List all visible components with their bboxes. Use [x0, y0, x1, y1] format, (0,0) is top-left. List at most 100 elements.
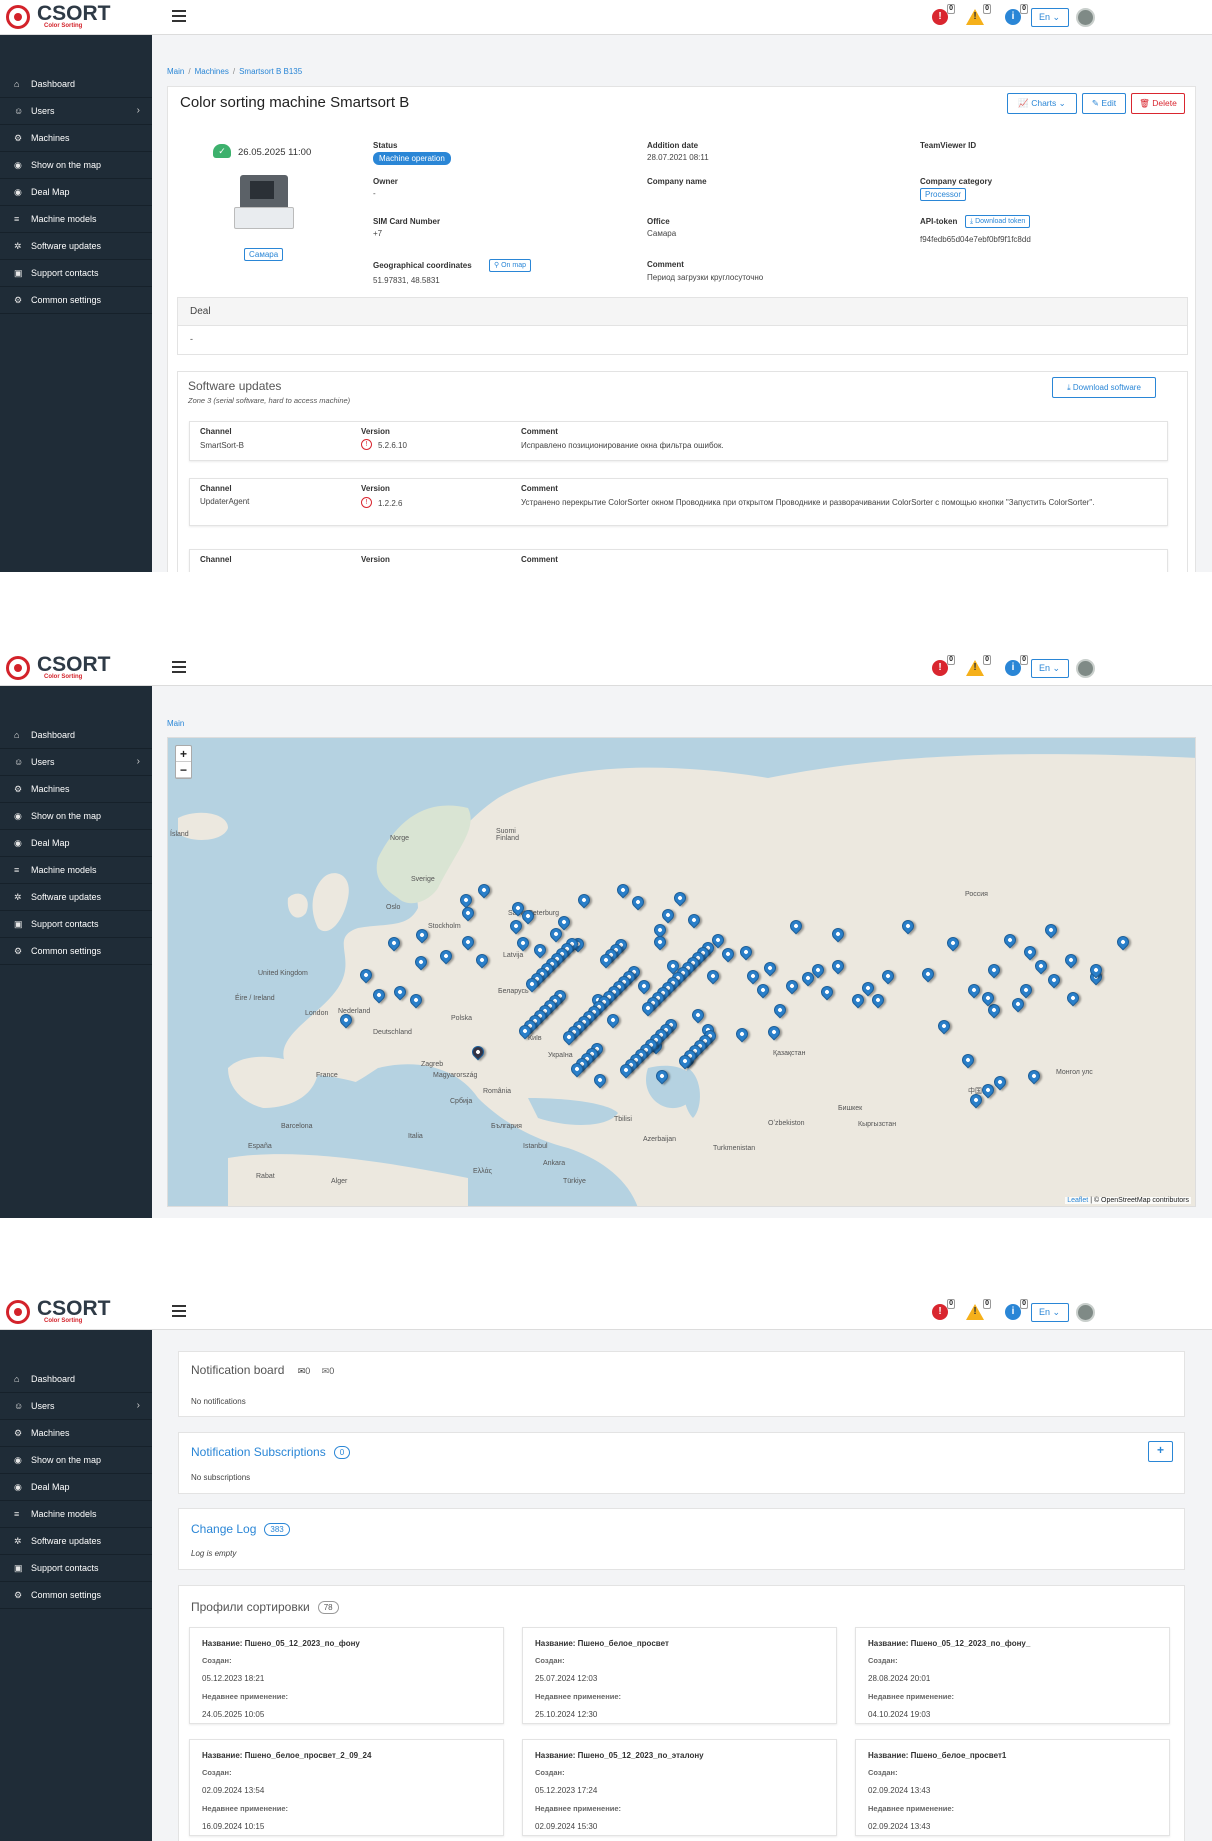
download-token-button[interactable]: ⤓ Download token [965, 215, 1031, 228]
sidebar-item-label: Software updates [31, 241, 102, 251]
warning-icon[interactable]: ! 0 [966, 1299, 991, 1320]
zoom-out-button[interactable]: − [176, 762, 191, 778]
created-label: Создан: [202, 1768, 232, 1777]
sidebar-item-users[interactable]: ☺ Users › [0, 1393, 152, 1420]
add-subscription-button[interactable]: + [1148, 1441, 1173, 1462]
warning-icon[interactable]: ! 0 [966, 655, 991, 676]
sidebar-item-users[interactable]: ☺ Users › [0, 98, 152, 125]
info-icon[interactable]: i0 [1005, 1299, 1028, 1320]
error-icon[interactable]: ! 0 [932, 4, 955, 25]
zoom-in-button[interactable]: + [176, 746, 191, 762]
changelog-panel: Change Log 383 Log is empty [178, 1508, 1185, 1570]
profile-card[interactable]: Название: Пшено_белое_просвет_2_09_24 Соз… [189, 1739, 504, 1836]
sidebar-item-machine-models[interactable]: ≡ Machine models [0, 206, 152, 233]
logo[interactable]: CSORT Color Sorting [6, 2, 146, 31]
online-date: 26.05.2025 11:00 [238, 147, 312, 158]
leaflet-link[interactable]: Leaflet [1067, 1197, 1088, 1204]
map-label: România [483, 1088, 512, 1095]
map-label: Ankara [543, 1160, 566, 1167]
error-count: 0 [947, 4, 955, 14]
profile-name: Название: Пшено_белое_просвет1 [868, 1751, 1007, 1760]
error-count: 0 [947, 655, 955, 665]
city-tag[interactable]: Самара [244, 248, 284, 261]
map-marker-icon: ⚲ [494, 262, 500, 269]
info-icon[interactable]: i0 [1005, 4, 1028, 25]
sidebar-item-show-on-the-map[interactable]: ◉ Show on the map [0, 1447, 152, 1474]
sidebar-item-deal-map[interactable]: ◉ Deal Map [0, 179, 152, 206]
menu-toggle-icon[interactable] [172, 10, 186, 22]
sidebar-item-label: Users [31, 757, 55, 767]
language-select[interactable]: En ⌄ [1031, 1303, 1069, 1322]
avatar[interactable] [1076, 1303, 1095, 1322]
logo[interactable]: CSORT Color Sorting [6, 653, 146, 682]
breadcrumb-main[interactable]: Main [167, 719, 184, 728]
map-label: Stockholm [428, 923, 461, 930]
sidebar-item-common-settings[interactable]: ⚙ Common settings [0, 1582, 152, 1609]
menu-toggle-icon[interactable] [172, 661, 186, 673]
sidebar-item-deal-map[interactable]: ◉ Deal Map [0, 1474, 152, 1501]
menu-toggle-icon[interactable] [172, 1305, 186, 1317]
charts-button[interactable]: 📈 Charts ⌄ [1007, 93, 1077, 114]
map-label: Ελλάς [473, 1168, 492, 1175]
sidebar-item-show-on-the-map[interactable]: ◉ Show on the map [0, 152, 152, 179]
profile-card[interactable]: Название: Пшено_05_12_2023_по_фону Создан… [189, 1627, 504, 1724]
sidebar-item-dashboard[interactable]: ⌂ Dashboard [0, 71, 152, 98]
language-select[interactable]: En ⌄ [1031, 659, 1069, 678]
language-select[interactable]: En ⌄ [1031, 8, 1069, 27]
created-label: Создан: [868, 1768, 898, 1777]
error-icon[interactable]: ! 0 [932, 1299, 955, 1320]
globe-icon: ◉ [14, 187, 22, 197]
sidebar-item-show-on-the-map[interactable]: ◉ Show on the map [0, 803, 152, 830]
sidebar-item-software-updates[interactable]: ✲ Software updates [0, 1528, 152, 1555]
profile-card[interactable]: Название: Пшено_05_12_2023_по_эталону Соз… [522, 1739, 837, 1836]
sidebar-item-support-contacts[interactable]: ▣ Support contacts [0, 911, 152, 938]
on-map-button[interactable]: ⚲ On map [489, 259, 531, 272]
sidebar-item-dashboard[interactable]: ⌂ Dashboard [0, 722, 152, 749]
sidebar-item-label: Common settings [31, 946, 102, 956]
error-icon[interactable]: ! 0 [932, 655, 955, 676]
avatar[interactable] [1076, 8, 1095, 27]
sidebar-item-machine-models[interactable]: ≡ Machine models [0, 857, 152, 884]
sidebar-item-machines[interactable]: ⚙ Machines [0, 1420, 152, 1447]
profile-card[interactable]: Название: Пшено_белое_просвет Создан: 25.0… [522, 1627, 837, 1724]
company-label: Company name [647, 177, 707, 186]
briefcase-icon: ▣ [14, 268, 23, 278]
sidebar-item-machines[interactable]: ⚙ Machines [0, 776, 152, 803]
subscriptions-title[interactable]: Notification Subscriptions [191, 1445, 326, 1459]
profile-card[interactable]: Название: Пшено_белое_просвет1 Создан: 02.… [855, 1739, 1170, 1836]
no-subscriptions-text: No subscriptions [191, 1473, 251, 1482]
gear-icon: ⚙ [14, 946, 23, 956]
sidebar-item-label: Software updates [31, 1536, 102, 1546]
sidebar-item-support-contacts[interactable]: ▣ Support contacts [0, 260, 152, 287]
logo[interactable]: CSORT Color Sorting [6, 1297, 146, 1326]
avatar[interactable] [1076, 659, 1095, 678]
sidebar-item-deal-map[interactable]: ◉ Deal Map [0, 830, 152, 857]
warning-count: 0 [983, 4, 991, 14]
profile-card[interactable]: Название: Пшено_05_12_2023_по_фону_ Созда… [855, 1627, 1170, 1724]
sidebar-item-support-contacts[interactable]: ▣ Support contacts [0, 1555, 152, 1582]
sidebar-item-users[interactable]: ☺ Users › [0, 749, 152, 776]
changelog-title[interactable]: Change Log [191, 1522, 256, 1536]
sidebar-item-common-settings[interactable]: ⚙ Common settings [0, 287, 152, 314]
info-icon[interactable]: i0 [1005, 655, 1028, 676]
recent-label: Недавнее применение: [868, 1692, 955, 1701]
breadcrumb-machines[interactable]: Machines [195, 67, 229, 76]
map[interactable]: + − Ísland Norge Suomi Finland Sverige O… [167, 737, 1196, 1207]
sidebar-item-dashboard[interactable]: ⌂ Dashboard [0, 1366, 152, 1393]
map-label: Oslo [386, 904, 401, 911]
sidebar: ⌂ Dashboard ☺ Users › ⚙ Machines ◉ Show on the m… [0, 686, 152, 1218]
sidebar-item-common-settings[interactable]: ⚙ Common settings [0, 938, 152, 965]
edit-button[interactable]: ✎ Edit [1082, 93, 1126, 114]
sidebar-item-software-updates[interactable]: ✲ Software updates [0, 884, 152, 911]
breadcrumb-current[interactable]: Smartsort B B135 [239, 67, 302, 76]
download-software-button[interactable]: ⤓ Download software [1052, 377, 1156, 398]
sidebar-item-machine-models[interactable]: ≡ Machine models [0, 1501, 152, 1528]
sidebar-item-machines[interactable]: ⚙ Machines [0, 125, 152, 152]
warning-icon[interactable]: ! 0 [966, 4, 991, 25]
sidebar-item-label: Machines [31, 133, 70, 143]
map-label: България [491, 1123, 522, 1130]
delete-button[interactable]: 🗑 Delete [1131, 93, 1185, 114]
sidebar-item-software-updates[interactable]: ✲ Software updates [0, 233, 152, 260]
sidebar-item-label: Support contacts [31, 268, 99, 278]
breadcrumb-main[interactable]: Main [167, 67, 184, 76]
